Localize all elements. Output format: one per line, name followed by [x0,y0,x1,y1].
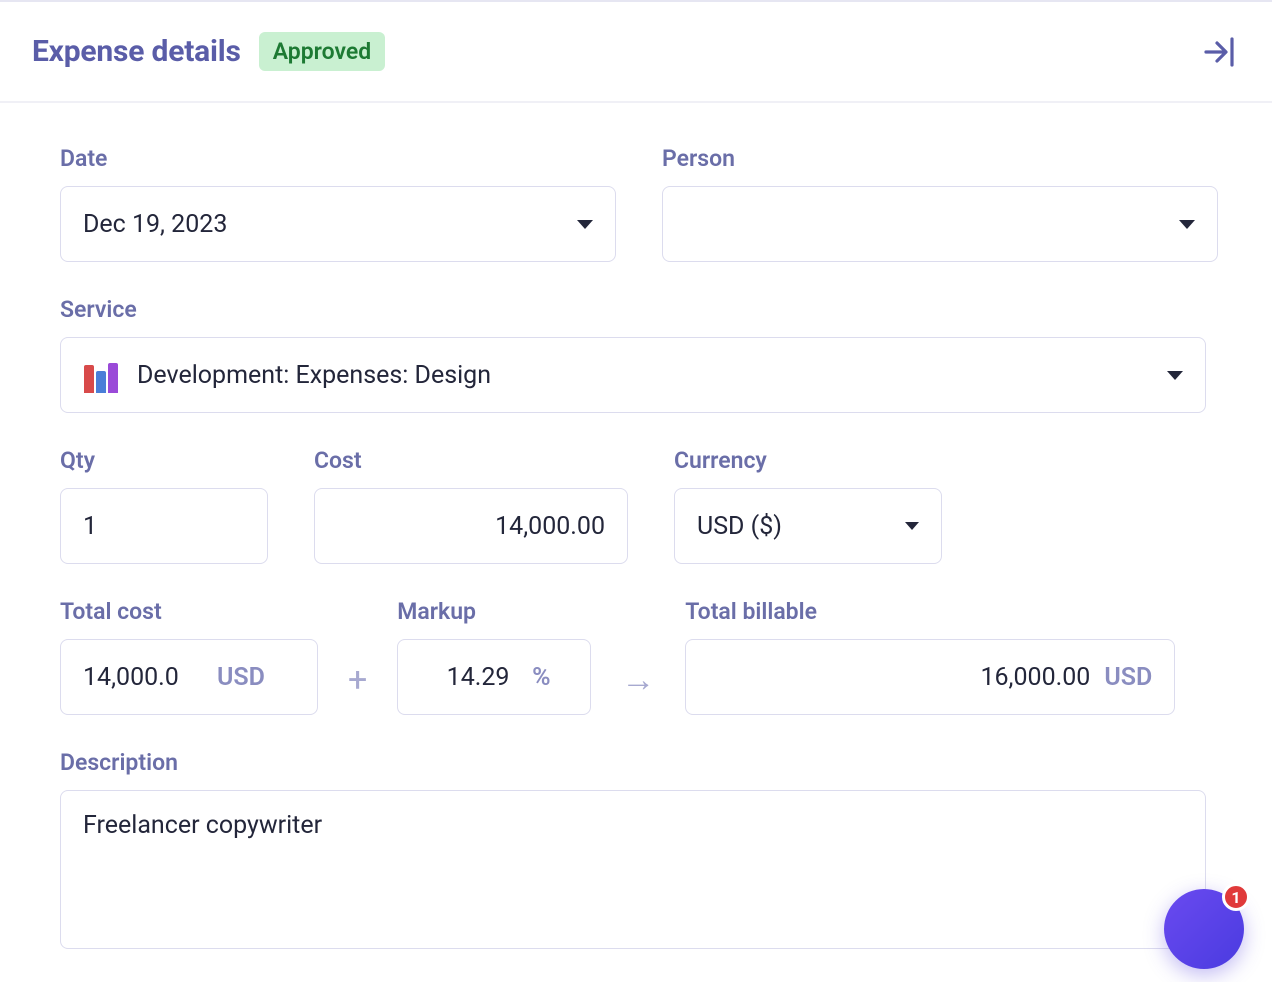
markup-input[interactable] [438,663,518,692]
cost-label: Cost [314,447,628,474]
cost-input[interactable] [337,512,605,541]
chat-fab[interactable]: 1 [1164,889,1244,969]
totalcost-unit: USD [217,663,265,692]
description-input[interactable] [83,811,1183,921]
notification-badge: 1 [1222,883,1250,911]
page-title: Expense details [32,34,241,69]
qty-label: Qty [60,447,268,474]
service-icon [83,357,119,393]
currency-value: USD ($) [697,512,893,541]
chevron-down-icon [1167,371,1183,380]
date-value: Dec 19, 2023 [83,210,565,239]
service-label: Service [60,296,1206,323]
chevron-down-icon [1179,220,1195,229]
qty-input-wrap [60,488,268,564]
currency-select[interactable]: USD ($) [674,488,942,564]
currency-label: Currency [674,447,942,474]
totalbill-input[interactable] [708,663,1090,692]
totalcost-label: Total cost [60,598,318,625]
person-select[interactable] [662,186,1218,262]
expense-form: Date Dec 19, 2023 Person Service [0,103,1272,949]
markup-label: Markup [397,598,591,625]
plus-icon: + [348,660,367,700]
date-label: Date [60,145,616,172]
totalcost-input-wrap: USD [60,639,318,715]
totalbill-input-wrap: USD [685,639,1175,715]
totalbill-label: Total billable [685,598,1175,625]
qty-input[interactable] [83,512,245,541]
collapse-panel-button[interactable] [1204,37,1238,67]
service-select[interactable]: Development: Expenses: Design [60,337,1206,413]
chevron-down-icon [905,522,919,530]
markup-input-wrap: % [397,639,591,715]
expense-details-panel: Expense details Approved Date Dec 19, 20… [0,0,1272,949]
description-label: Description [60,749,1206,776]
totalcost-input[interactable] [83,663,203,692]
panel-header: Expense details Approved [0,2,1272,103]
chevron-down-icon [577,220,593,229]
cost-input-wrap [314,488,628,564]
totalbill-unit: USD [1104,663,1152,692]
markup-unit: % [532,663,550,692]
arrow-right-icon: → [621,660,655,700]
service-value: Development: Expenses: Design [137,361,1155,390]
status-badge: Approved [259,32,385,71]
description-wrap [60,790,1206,949]
date-select[interactable]: Dec 19, 2023 [60,186,616,262]
collapse-panel-icon [1204,37,1238,67]
person-label: Person [662,145,1218,172]
